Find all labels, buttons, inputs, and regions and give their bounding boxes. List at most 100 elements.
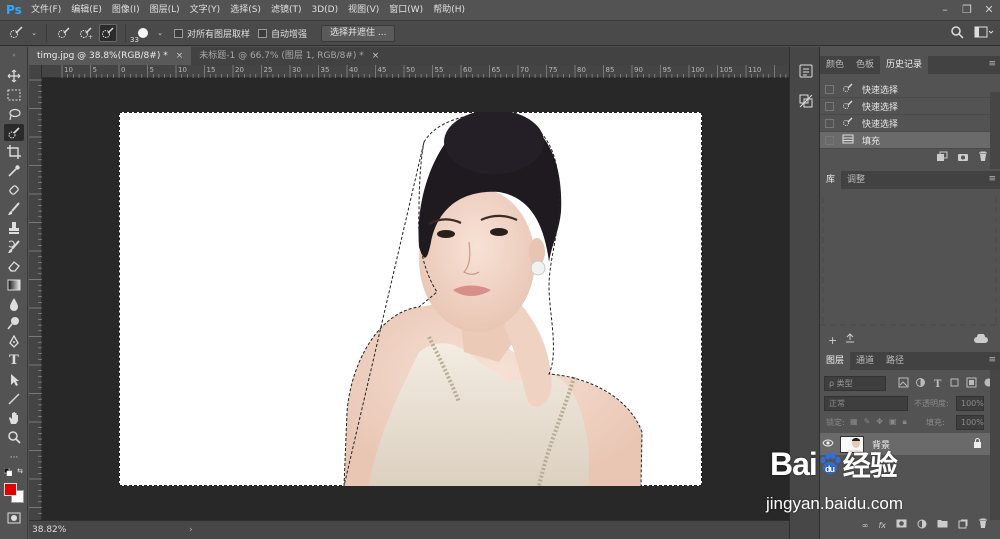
add-mask-icon[interactable] [896, 519, 907, 531]
blend-mode-select[interactable]: 正常 [824, 396, 908, 411]
trash-icon[interactable] [978, 151, 988, 165]
group-folder-icon[interactable] [937, 519, 948, 531]
lock-all-icon[interactable]: 🔒︎ [903, 417, 907, 427]
doc-tab-timg[interactable]: timg.jpg @ 38.8%(RGB/8#) * × [29, 47, 192, 65]
quick-selection-tool-icon[interactable] [4, 124, 24, 141]
history-brush-tool-icon[interactable] [4, 238, 24, 255]
menu-layer[interactable]: 图层(L) [145, 0, 185, 20]
zoom-level[interactable]: 38.82% [32, 525, 66, 535]
close-icon[interactable]: × [372, 47, 380, 65]
crop-tool-icon[interactable] [4, 143, 24, 160]
horizontal-ruler[interactable]: 10 5 0 5 10 15 20 25 30 35 40 45 50 55 60 65 70 75 80 85 90 9… [42, 65, 789, 78]
close-button[interactable]: ✕ [978, 0, 1000, 20]
gradient-tool-icon[interactable] [4, 276, 24, 293]
quick-selection-preset-icon[interactable] [8, 24, 26, 42]
history-item[interactable]: 快速选择 [820, 98, 990, 115]
layer-style-icon[interactable]: fx [878, 521, 886, 530]
chevron-down-icon[interactable]: ⌄ [30, 24, 38, 42]
tab-history[interactable]: 历史记录 [880, 56, 929, 74]
history-state-checkbox[interactable] [825, 84, 834, 94]
add-icon[interactable]: + [828, 334, 837, 347]
auto-enhance-checkbox[interactable] [258, 28, 268, 38]
lock-transparent-icon[interactable]: ▦ [850, 417, 858, 427]
lock-artboard-icon[interactable]: ▣ [889, 417, 897, 427]
lasso-tool-icon[interactable] [4, 105, 24, 122]
shape-filter-icon[interactable] [949, 377, 960, 388]
adjustment-filter-icon[interactable] [915, 377, 926, 388]
more-tools-icon[interactable]: ··· [4, 449, 24, 466]
cloud-sync-icon[interactable] [974, 332, 988, 347]
clone-stamp-tool-icon[interactable] [4, 219, 24, 236]
panel-menu-icon[interactable]: ≡ [988, 355, 996, 365]
trash-icon[interactable] [978, 518, 988, 532]
menu-view[interactable]: 视图(V) [343, 0, 384, 20]
brush-tool-icon[interactable] [4, 200, 24, 217]
layer-kind-filter[interactable]: ρ 类型 [824, 376, 886, 391]
add-to-selection-icon[interactable]: + [77, 24, 95, 42]
doc-tab-untitled[interactable]: 未标题-1 @ 66.7% (图层 1, RGB/8#) * × [191, 47, 388, 65]
pixel-filter-icon[interactable] [898, 377, 909, 388]
properties-panel-icon[interactable] [798, 63, 814, 79]
pen-tool-icon[interactable] [4, 333, 24, 350]
minimize-button[interactable]: – [934, 0, 956, 20]
path-selection-tool-icon[interactable] [4, 371, 24, 388]
hand-tool-icon[interactable] [4, 409, 24, 426]
menu-image[interactable]: 图像(I) [107, 0, 145, 20]
tab-swatches[interactable]: 色板 [850, 56, 880, 74]
menu-type[interactable]: 文字(Y) [185, 0, 226, 20]
quick-mask-icon[interactable] [4, 509, 24, 526]
type-tool-icon[interactable]: T [4, 352, 24, 369]
menu-help[interactable]: 帮助(H) [428, 0, 470, 20]
panel-menu-icon[interactable]: ≡ [988, 174, 996, 184]
swap-colors-icon[interactable]: ⇆ [16, 467, 24, 475]
history-state-checkbox[interactable] [825, 101, 834, 111]
default-colors-icon[interactable] [4, 468, 12, 476]
history-state-checkbox[interactable] [825, 135, 834, 145]
history-item-current[interactable]: 填充 [820, 132, 990, 149]
menu-file[interactable]: 文件(F) [26, 0, 66, 20]
panel-menu-icon[interactable]: ≡ [988, 59, 996, 69]
menu-select[interactable]: 选择(S) [225, 0, 266, 20]
menu-edit[interactable]: 编辑(E) [66, 0, 107, 20]
zoom-tool-icon[interactable] [4, 428, 24, 445]
eyedropper-tool-icon[interactable] [4, 162, 24, 179]
history-state-checkbox[interactable] [825, 118, 834, 128]
tab-paths[interactable]: 路径 [880, 352, 910, 370]
tab-color[interactable]: 颜色 [820, 56, 850, 74]
workspace-switcher-icon[interactable] [974, 25, 994, 42]
move-tool-icon[interactable] [4, 67, 24, 84]
smart-object-filter-icon[interactable] [966, 377, 977, 388]
search-icon[interactable] [950, 25, 964, 42]
type-filter-icon[interactable]: T [932, 377, 943, 388]
new-document-from-state-icon[interactable] [936, 151, 948, 165]
marquee-tool-icon[interactable] [4, 86, 24, 103]
vertical-ruler[interactable] [29, 65, 42, 520]
select-and-mask-button[interactable]: 选择并遮住 ... [321, 24, 396, 42]
canvas-workspace[interactable] [42, 78, 789, 520]
restore-button[interactable]: ❐ [956, 0, 978, 20]
camera-icon[interactable] [957, 151, 969, 165]
history-item[interactable]: 快速选择 [820, 81, 990, 98]
close-icon[interactable]: × [176, 47, 184, 65]
foreground-color-swatch[interactable] [4, 483, 17, 496]
lock-position-icon[interactable]: ✥ [876, 417, 883, 427]
opacity-field[interactable]: 100% [956, 396, 984, 411]
new-selection-icon[interactable] [55, 24, 73, 42]
chevron-down-icon[interactable]: ⌄ [156, 24, 164, 42]
line-tool-icon[interactable] [4, 390, 24, 407]
adjustments-panel-icon[interactable] [798, 93, 814, 109]
toolbar-collapse-icon[interactable]: » [4, 51, 24, 59]
tab-library[interactable]: 库 [820, 171, 842, 189]
sample-all-layers-checkbox[interactable] [174, 28, 183, 38]
new-layer-icon[interactable] [958, 519, 968, 532]
tab-channels[interactable]: 通道 [850, 352, 880, 370]
menu-filter[interactable]: 滤镜(T) [266, 0, 307, 20]
tab-adjustments[interactable]: 调整 [841, 171, 871, 189]
history-item[interactable]: 快速选择 [820, 115, 990, 132]
adjustment-layer-icon[interactable] [917, 519, 927, 532]
healing-brush-tool-icon[interactable] [4, 181, 24, 198]
eraser-tool-icon[interactable] [4, 257, 24, 274]
status-menu-arrow[interactable]: › [189, 521, 193, 539]
menu-window[interactable]: 窗口(W) [384, 0, 428, 20]
blur-tool-icon[interactable] [4, 295, 24, 312]
